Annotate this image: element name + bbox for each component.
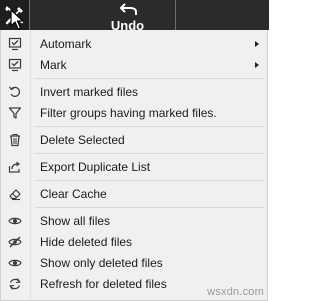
- check-square-icon: [8, 37, 22, 51]
- context-menu: Automark Mark Invert marked files Filter…: [0, 30, 268, 301]
- menu-item-label: Delete Selected: [40, 133, 125, 147]
- app-window: Undo Automark Mark Invert marked files F…: [0, 0, 269, 301]
- trash-icon: [10, 133, 20, 147]
- menu-separator: [35, 180, 264, 181]
- menu-item-delete-selected[interactable]: Delete Selected: [1, 129, 267, 151]
- refresh-icon: [9, 278, 21, 290]
- eraser-icon: [9, 189, 21, 201]
- menu-item-label: Show only deleted files: [40, 256, 163, 270]
- eye-icon: [8, 217, 22, 225]
- watermark: wsxdn.com: [207, 286, 264, 298]
- export-icon: [8, 161, 20, 173]
- menu-item-export-duplicate-list[interactable]: Export Duplicate List: [1, 156, 267, 178]
- funnel-icon: [8, 107, 22, 119]
- menu-item-label: Refresh for deleted files: [40, 277, 167, 291]
- undo-icon: [120, 3, 137, 15]
- menu-separator: [35, 153, 264, 154]
- menu-item-show-all-files[interactable]: Show all files: [1, 210, 267, 232]
- menu-item-hide-deleted-files[interactable]: Hide deleted files: [1, 231, 267, 253]
- toolbar-divider: [175, 0, 176, 30]
- mouse-pointer-icon: [10, 9, 24, 30]
- circular-arrow-icon: [9, 86, 21, 97]
- menu-item-label: Clear Cache: [40, 187, 107, 201]
- menu-item-invert-marked-files[interactable]: Invert marked files: [1, 81, 267, 103]
- undo-label: Undo: [110, 19, 145, 30]
- menu-item-show-only-deleted-files[interactable]: Show only deleted files: [1, 252, 267, 274]
- submenu-arrow-icon: [255, 41, 259, 47]
- menu-item-label: Show all files: [40, 214, 111, 228]
- menu-item-label: Invert marked files: [40, 85, 139, 99]
- menu-item-label: Mark: [40, 58, 67, 72]
- eye-icon: [8, 259, 22, 267]
- menu-item-filter-groups[interactable]: Filter groups having marked files.: [1, 102, 267, 124]
- menu-item-label: Export Duplicate List: [40, 160, 151, 174]
- undo-button[interactable]: Undo: [80, 0, 175, 30]
- menu-separator: [35, 126, 264, 127]
- menu-item-automark[interactable]: Automark: [1, 33, 267, 55]
- toolbar: Undo: [0, 0, 269, 30]
- menu-item-label: Automark: [40, 37, 92, 51]
- submenu-arrow-icon: [255, 62, 259, 68]
- check-square-icon: [8, 58, 22, 72]
- menu-item-label: Filter groups having marked files.: [40, 106, 217, 120]
- menu-item-label: Hide deleted files: [40, 235, 133, 249]
- eye-slash-icon: [8, 236, 22, 248]
- menu-item-mark[interactable]: Mark: [1, 54, 267, 76]
- menu-item-clear-cache[interactable]: Clear Cache: [1, 183, 267, 205]
- menu-separator: [35, 78, 264, 79]
- menu-separator: [35, 207, 264, 208]
